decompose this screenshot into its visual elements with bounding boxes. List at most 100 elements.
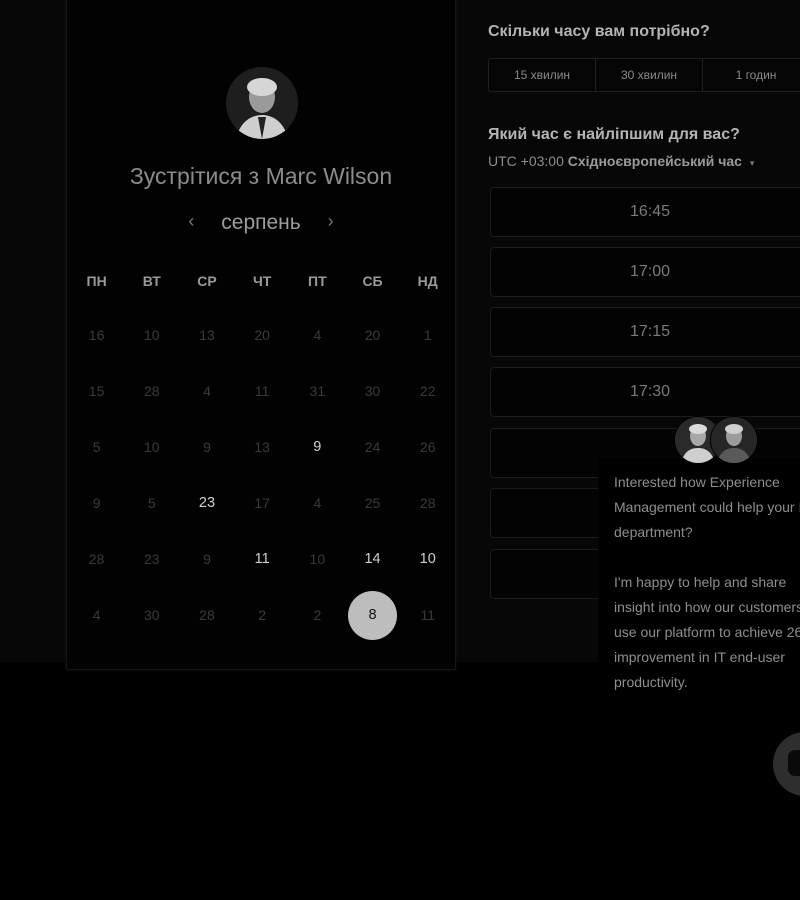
calendar-day: 30: [124, 587, 179, 643]
calendar-day: 10: [124, 307, 179, 363]
calendar-day: 10: [290, 531, 345, 587]
duration-option-30[interactable]: 30 хвилин: [596, 59, 703, 91]
calendar-day-label: 31: [309, 383, 326, 399]
calendar-day: 4: [179, 363, 234, 419]
calendar-day-label: 1: [423, 327, 432, 343]
calendar-day-label: 5: [147, 495, 156, 511]
calendar-day-label: 25: [364, 495, 381, 511]
calendar-day-label: 4: [313, 327, 322, 343]
meeting-title: Зустрітися з Marc Wilson: [67, 163, 455, 190]
host-avatar: [226, 67, 298, 139]
calendar-day-label: 16: [88, 327, 105, 343]
calendar-day-label: 9: [313, 439, 322, 455]
chat-launcher-button[interactable]: [773, 732, 800, 796]
calendar-day-label: 24: [364, 439, 381, 455]
calendar-day: 9: [179, 419, 234, 475]
time-slot[interactable]: 17:30: [490, 367, 800, 417]
calendar-day: 10: [124, 419, 179, 475]
chevron-left-icon[interactable]: ‹: [179, 211, 203, 232]
calendar-day[interactable]: 14: [345, 531, 400, 587]
calendar-day-label: 28: [88, 551, 105, 567]
calendar-day-label: 14: [364, 551, 381, 567]
calendar-day: 15: [69, 363, 124, 419]
time-slot[interactable]: 17:15: [490, 307, 800, 357]
host-name: Marc Wilson: [265, 163, 393, 189]
calendar-day-label: 5: [92, 439, 101, 455]
time-slot[interactable]: 17:00: [490, 247, 800, 297]
calendar-day[interactable]: 11: [235, 531, 290, 587]
calendar-day-label: 4: [92, 607, 101, 623]
calendar-day-label: 8: [348, 590, 398, 640]
calendar-day-label: 17: [254, 495, 270, 511]
weekday-tue: ВТ: [142, 273, 161, 289]
calendar-day: 25: [345, 475, 400, 531]
calendar-day: 20: [235, 307, 290, 363]
calendar-day: 4: [290, 307, 345, 363]
calendar-day: 30: [345, 363, 400, 419]
calendar-day-label: 20: [364, 327, 381, 343]
calendar-day: 28: [124, 363, 179, 419]
calendar-day: 2: [235, 587, 290, 643]
calendar-day: 28: [69, 531, 124, 587]
weekday-thu: ЧТ: [252, 273, 272, 289]
calendar-day: 11: [235, 363, 290, 419]
calendar-day-label: 10: [419, 551, 436, 567]
calendar-day: 31: [290, 363, 345, 419]
calendar-day-label: 4: [313, 495, 322, 511]
calendar-day: 26: [400, 419, 455, 475]
chat-paragraph: I'm happy to help and share insight into…: [614, 574, 800, 690]
timezone-selector[interactable]: UTC +03:00 Східноєвропейський час ▾: [488, 153, 754, 169]
calendar-days-grid: 16 10 13 20 4 20 1 15 28 4 11 31 30 22 5 10 9 13 9 24 26 9 5 23…: [69, 307, 455, 643]
duration-question: Скільки часу вам потрібно?: [488, 23, 710, 40]
calendar-day-label: 10: [143, 327, 160, 343]
calendar-day-label: 9: [203, 439, 211, 455]
calendar-day: 2: [290, 587, 345, 643]
calendar-day-label: 13: [254, 439, 270, 455]
calendar-day: 28: [179, 587, 234, 643]
calendar-day: 4: [290, 475, 345, 531]
calendar-day-label: 11: [254, 551, 270, 567]
duration-option-60[interactable]: 1 годин: [703, 59, 800, 91]
calendar-day-label: 11: [254, 383, 270, 399]
calendar-day-label: 20: [254, 327, 270, 343]
calendar-day: 20: [345, 307, 400, 363]
calendar-day: 5: [69, 419, 124, 475]
chat-message: Interested how Experience Management cou…: [614, 470, 800, 720]
weekday-sun: НД: [417, 273, 438, 289]
calendar-day: 5: [124, 475, 179, 531]
calendar-day: 13: [235, 419, 290, 475]
calendar-day-label: 2: [313, 607, 322, 623]
calendar-day[interactable]: 10: [400, 531, 455, 587]
chevron-right-icon[interactable]: ›: [319, 211, 343, 232]
calendar-day-label: 9: [92, 495, 101, 511]
calendar-day: 23: [124, 531, 179, 587]
calendar-day-label: 2: [258, 607, 267, 623]
calendar-day: 17: [235, 475, 290, 531]
calendar-day: 9: [179, 531, 234, 587]
duration-selector: 15 хвилин 30 хвилин 1 годин: [488, 58, 800, 92]
calendar-day: 24: [345, 419, 400, 475]
caret-down-icon: ▾: [749, 158, 755, 168]
calendar-day-label: 15: [88, 383, 105, 399]
weekday-mon: ПН: [86, 273, 107, 289]
duration-option-15[interactable]: 15 хвилин: [489, 59, 596, 91]
time-slot[interactable]: 16:45: [490, 187, 800, 237]
calendar-day: 1: [400, 307, 455, 363]
chat-bubble-icon: [788, 750, 800, 776]
timezone-offset: UTC +03:00: [488, 153, 564, 169]
calendar-day-label: 23: [198, 495, 216, 511]
calendar-day-label: 10: [143, 439, 160, 455]
timezone-name: Східноєвропейський час: [567, 153, 742, 169]
calendar-day-label: 9: [203, 551, 211, 567]
calendar-day-label: 13: [199, 327, 215, 343]
weekday-fri: ПТ: [308, 273, 327, 289]
calendar-day[interactable]: 9: [290, 419, 345, 475]
calendar-day-selected[interactable]: 8: [345, 587, 400, 643]
calendar-day[interactable]: 23: [179, 475, 234, 531]
calendar-day: 4: [69, 587, 124, 643]
weekday-sat: СБ: [362, 273, 383, 289]
calendar-day-label: 11: [420, 607, 435, 623]
calendar-day-label: 30: [143, 607, 160, 623]
chat-paragraph: Interested how Experience Management cou…: [614, 474, 800, 540]
calendar-day: 13: [179, 307, 234, 363]
